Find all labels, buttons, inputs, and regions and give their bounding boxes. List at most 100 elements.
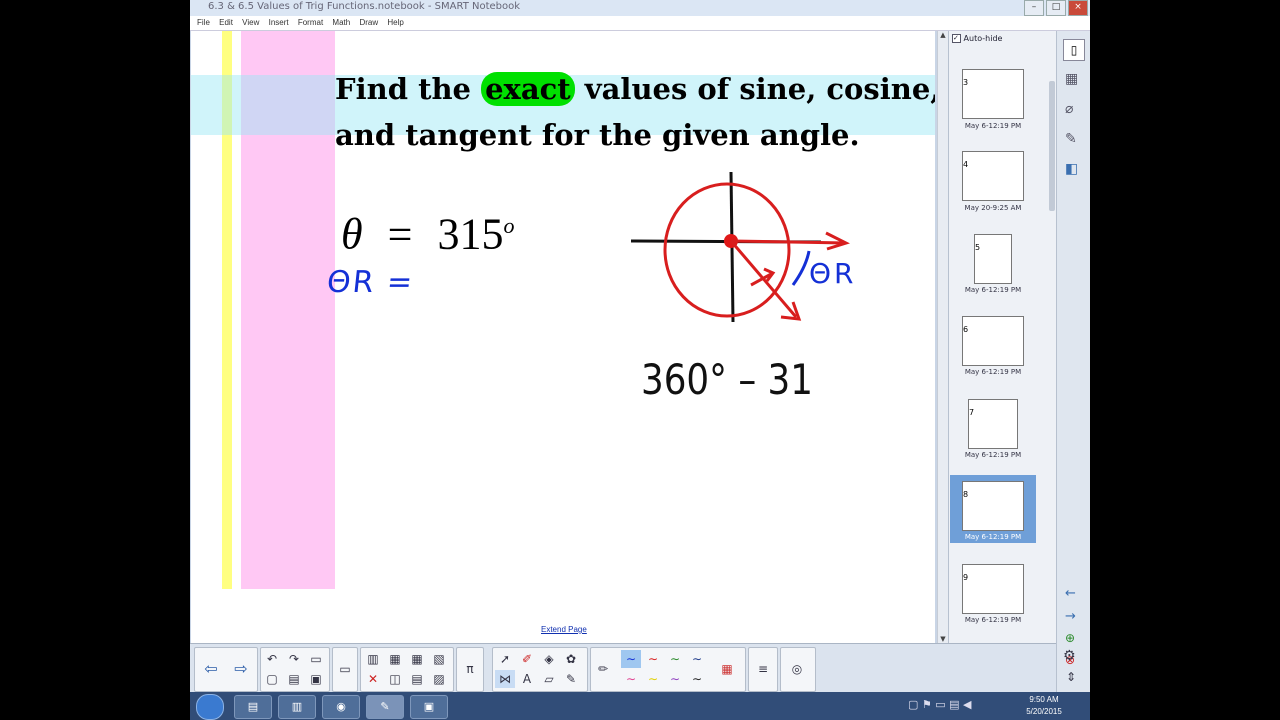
next-page-button-icon[interactable]: ⇨ [231,660,251,678]
headline-line-1: Find the exact values of sine, cosine, [335,71,935,107]
delete-icon[interactable]: ✕ [363,670,383,688]
properties-icon[interactable]: ▤ [407,670,427,688]
pen-style-green[interactable]: ∼ [665,650,685,668]
taskbar-app-folder[interactable]: ▤ [234,695,272,719]
document-camera-icon[interactable]: ◫ [385,670,405,688]
toolbar-group-lines: ≡ [748,647,778,692]
lines-tool-icon[interactable]: ⋈ [495,670,515,688]
screen-shade-icon[interactable]: ▥ [363,650,383,668]
attachments-tab-icon[interactable]: ⌀ [1065,101,1073,117]
taskbar-app-chrome[interactable]: ◉ [322,695,360,719]
menu-draw[interactable]: Draw [359,16,378,29]
thumbnail-caption: May 6-12:19 PM [964,451,1022,459]
toolbar-group-tools: ➚ ✐ ◈ ✿ ⋈ A ▱ ✎ [492,647,588,692]
add-page-icon[interactable]: ⊕ [1065,631,1075,645]
toolbar-group-display: ▭ [332,647,358,692]
sidebar-scrollbar[interactable] [1049,81,1055,211]
pen-style-purple[interactable]: ∼ [665,670,685,688]
toolbar-group-math: π [456,647,484,692]
highlighted-word: exact [481,72,575,106]
notebook-page[interactable]: Find the exact values of sine, cosine, a… [191,31,935,643]
thumbnail-caption: May 6-12:19 PM [964,533,1022,541]
clock-date: 5/20/2015 [1026,707,1062,716]
angle-equation: θ = 315o [341,201,514,260]
addons-tab-icon[interactable]: ◧ [1065,161,1078,177]
taskbar-app-window[interactable]: ▣ [410,695,448,719]
properties-tab-icon[interactable]: ✎ [1065,131,1077,147]
move-toolbar-icon[interactable]: ⇕ [1066,670,1076,684]
pen-style-yellow[interactable]: ∼ [643,670,663,688]
save-icon[interactable]: ▣ [306,670,326,688]
thumbnail-caption: May 6-12:19 PM [964,286,1022,294]
handwritten-reference-angle-lhs: ΘR = [325,265,416,300]
tray-icons[interactable]: ▢ ⚑ ▭ ▤ ◀ [908,698,972,711]
scroll-up-arrow-icon[interactable]: ▲ [938,31,948,39]
magic-pen-icon[interactable]: ✎ [561,670,581,688]
thumbnail-page-8-selected[interactable]: 8 May 6-12:19 PM [950,475,1036,543]
taskbar-app-explorer[interactable]: ▥ [278,695,316,719]
previous-page-icon[interactable]: ← [1065,586,1076,601]
menu-insert[interactable]: Insert [269,16,289,29]
gallery-tab-icon[interactable]: ▦ [1065,71,1078,87]
menu-view[interactable]: View [242,16,259,29]
headline-text-before: Find the [335,72,482,106]
pen-style-navy[interactable]: ∼ [687,650,707,668]
thumbnail-number: 9 [963,573,969,582]
previous-page-button-icon[interactable]: ⇦ [201,660,221,678]
menu-math[interactable]: Math [332,16,350,29]
pen-style-red[interactable]: ∼ [643,650,663,668]
menu-format[interactable]: Format [298,16,323,29]
smart-notebook-window: 6.3 & 6.5 Values of Trig Functions.noteb… [190,0,1090,692]
minimize-button[interactable]: – [1024,0,1044,16]
new-page-icon[interactable]: ▢ [262,670,282,688]
title-bar: 6.3 & 6.5 Values of Trig Functions.noteb… [190,0,1090,16]
maximize-button[interactable]: □ [1046,0,1066,16]
open-file-icon[interactable]: ▭ [306,650,326,668]
table-icon[interactable]: ▦ [407,650,427,668]
extend-page-link[interactable]: Extend Page [541,625,587,634]
unit-circle-sketch [630,171,850,323]
math-tools-icon[interactable]: π [460,660,480,678]
menu-help[interactable]: Help [387,16,403,29]
transparency-icon[interactable]: ◎ [787,660,807,678]
color-palette-icon[interactable]: ▦ [717,660,737,678]
page-sorter-tab-icon[interactable]: ▯ [1063,39,1085,61]
menu-file[interactable]: File [197,16,210,29]
clock-time: 9:50 AM [1029,695,1059,704]
menu-bar: File Edit View Insert Format Math Draw H… [190,16,1090,31]
toolbar-group-pen-styles: ✏ ∼ ∼ ∼ ∼ ∼ ∼ ∼ ∼ ▦ [590,647,746,692]
pen-tool-icon[interactable]: ✐ [517,650,537,668]
thumbnail-number: 6 [963,325,969,334]
eraser-tool-icon[interactable]: ◈ [539,650,559,668]
redo-icon[interactable]: ↷ [284,650,304,668]
menu-edit[interactable]: Edit [219,16,233,29]
select-tool-icon[interactable]: ➚ [495,650,515,668]
window-title: 6.3 & 6.5 Values of Trig Functions.noteb… [208,1,521,12]
toolbar-group-view: ▥ ▦ ▦ ▧ ✕ ◫ ▤ ▨ [360,647,454,692]
display-screen-icon[interactable]: ▭ [335,660,355,678]
full-screen-icon[interactable]: ▦ [385,650,405,668]
shapes-tool-icon[interactable]: ▱ [539,670,559,688]
next-page-icon[interactable]: → [1065,609,1076,624]
paste-icon[interactable]: ▤ [284,670,304,688]
taskbar-app-notebook[interactable]: ✎ [366,695,404,719]
pen-style-blue[interactable]: ∼ [621,650,641,668]
scroll-down-arrow-icon[interactable]: ▼ [938,635,948,643]
main-toolbar: ⇦ ⇨ ↶ ↷ ▭ ▢ ▤ ▣ ▭ ▥ ▦ ▦ ▧ ✕ ◫ ▤ ▨ π ➚ ✐ … [190,643,1056,692]
pen-type-icon[interactable]: ✏ [593,660,613,678]
start-button[interactable] [196,694,224,720]
pen-style-black[interactable]: ∼ [687,670,707,688]
tray-clock[interactable]: 9:50 AM 5/20/2015 [1016,694,1072,718]
thumbnail-caption: May 20-9:25 AM [964,204,1022,212]
pen-style-pink[interactable]: ∼ [621,670,641,688]
close-button[interactable]: × [1068,0,1088,16]
auto-hide-toggle[interactable]: ✓ Auto-hide [952,34,1002,43]
fill-tool-icon[interactable]: ✿ [561,650,581,668]
auto-hide-checkbox[interactable]: ✓ [952,34,961,43]
capture-icon[interactable]: ▧ [429,650,449,668]
settings-gear-icon[interactable]: ⚙ [1063,648,1076,664]
text-tool-icon[interactable]: A [517,670,537,688]
line-style-icon[interactable]: ≡ [753,660,773,678]
undo-icon[interactable]: ↶ [262,650,282,668]
recorder-icon[interactable]: ▨ [429,670,449,688]
